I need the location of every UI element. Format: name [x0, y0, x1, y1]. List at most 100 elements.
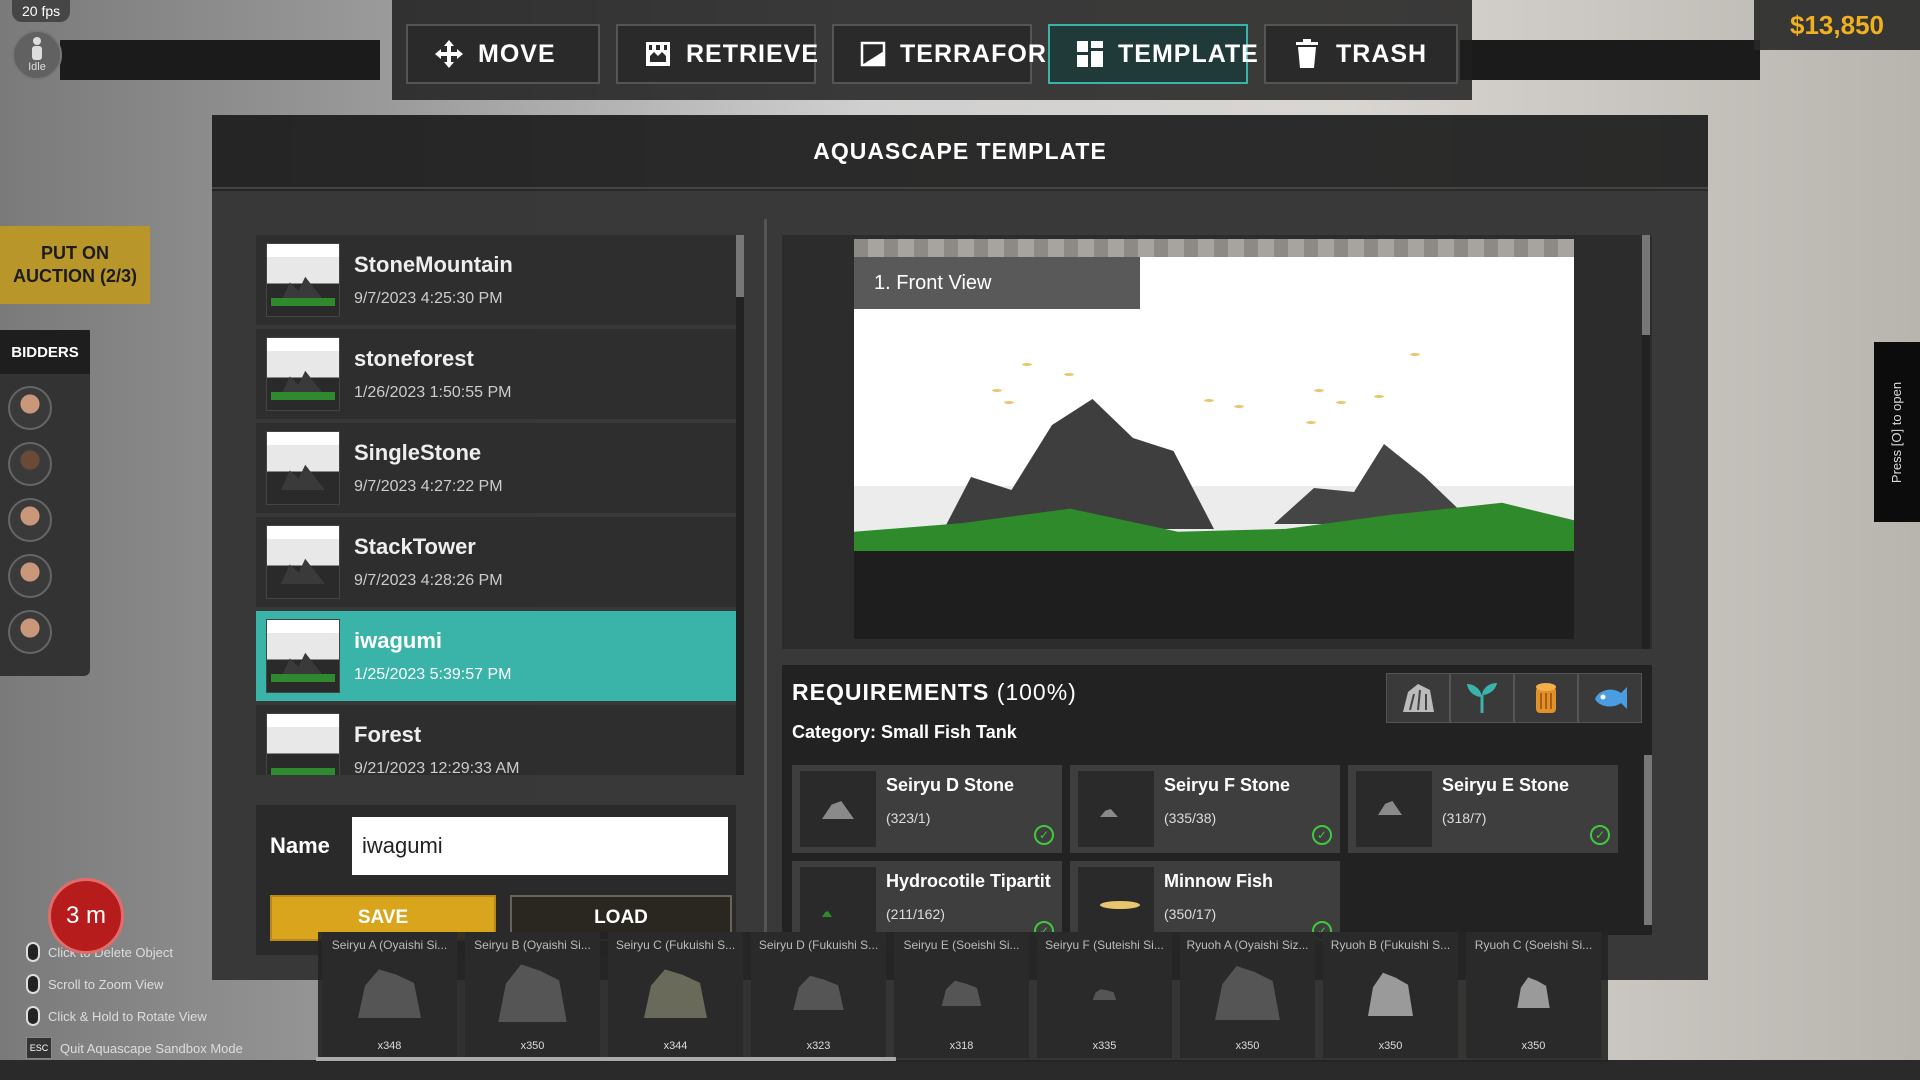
bidders-title: BIDDERS [0, 330, 90, 374]
hint-text: Click & Hold to Rotate View [48, 1008, 207, 1024]
inventory-scrollbar[interactable] [316, 1057, 896, 1061]
player-status-label: Idle [28, 61, 46, 73]
range-badge: 3 m [48, 878, 124, 954]
inventory-item[interactable]: Ryuoh A (Oyaishi Siz... x350 [1180, 932, 1315, 1058]
inventory-item[interactable]: Seiryu A (Oyaishi Si... x348 [322, 932, 457, 1058]
inventory-item[interactable]: Ryuoh C (Soeishi Si... x350 [1466, 932, 1601, 1058]
inventory-item-count: x344 [663, 1040, 688, 1052]
terraform-button[interactable]: TERRAFORM [832, 24, 1068, 84]
name-input[interactable] [352, 817, 728, 875]
template-label: TEMPLATE [1118, 39, 1259, 68]
preview-scrollbar[interactable] [1642, 235, 1650, 649]
wood-icon[interactable] [1514, 673, 1578, 723]
retrieve-button[interactable]: RETRIEVE [616, 24, 820, 84]
requirement-name: Seiryu F Stone [1164, 775, 1291, 795]
preview-fish [1064, 373, 1074, 376]
mouse-icon [26, 974, 40, 994]
requirement-card[interactable]: Seiryu D Stone (323/1) ✓ [792, 765, 1062, 853]
template-date: 9/7/2023 4:25:30 PM [354, 290, 503, 307]
esc-key-icon: ESC [26, 1037, 52, 1059]
panel-title: AQUASCAPE TEMPLATE [212, 115, 1708, 189]
template-thumbnail [266, 243, 340, 317]
requirement-name: Hydrocotile Tipartit [886, 871, 1051, 891]
name-label: Name [270, 833, 330, 858]
requirement-card[interactable]: Seiryu E Stone (318/7) ✓ [1348, 765, 1618, 853]
template-button[interactable]: TEMPLATE [1048, 24, 1258, 84]
inventory-item[interactable]: Seiryu E (Soeishi Si... x318 [894, 932, 1029, 1058]
inventory-item-name: Seiryu B (Oyaishi Si... [474, 938, 591, 952]
requirement-count: (323/1) [886, 810, 931, 826]
preview-fish [1234, 405, 1244, 408]
inventory-item-name: Ryuoh B (Fukuishi S... [1330, 938, 1451, 952]
retrieve-label: RETRIEVE [686, 39, 820, 68]
stone-thumbnail [358, 969, 421, 1018]
template-name: Forest [354, 722, 422, 747]
side-panel-tab[interactable]: Press [O] to open [1874, 342, 1920, 522]
template-thumbnail [266, 525, 340, 599]
move-button[interactable]: MOVE [406, 24, 600, 84]
requirement-card[interactable]: Seiryu F Stone (335/38) ✓ [1070, 765, 1340, 853]
template-list-item[interactable]: StoneMountain 9/7/2023 4:25:30 PM [256, 235, 736, 325]
preview-fish [1004, 401, 1014, 404]
bidder-avatar[interactable] [8, 498, 52, 542]
preview-fish [992, 389, 1002, 392]
template-list-item[interactable]: stoneforest 1/26/2023 1:50:55 PM [256, 329, 736, 419]
retrieve-box-icon [644, 39, 672, 69]
requirement-thumbnail [1078, 771, 1154, 847]
inventory-item[interactable]: Seiryu B (Oyaishi Si... x350 [465, 932, 600, 1058]
template-list-item[interactable]: SingleStone 9/7/2023 4:27:22 PM [256, 423, 736, 513]
move-label: MOVE [478, 39, 556, 68]
hint-text: Quit Aquascape Sandbox Mode [60, 1040, 243, 1056]
template-date: 1/25/2023 5:39:57 PM [354, 666, 512, 683]
template-thumbnail [266, 337, 340, 411]
inventory-item[interactable]: Seiryu D (Fukuishi S... x323 [751, 932, 886, 1058]
tool-toolbar: MOVE RETRIEVE TERRAFORM TEMPLATE TRASH [392, 0, 1472, 100]
preview-fish [1314, 389, 1324, 392]
fps-counter: 20 fps [12, 0, 71, 22]
inventory-item-count: x323 [806, 1040, 831, 1052]
preview-substrate [854, 551, 1574, 639]
inventory-item[interactable]: Ryuoh B (Fukuishi S... x350 [1323, 932, 1458, 1058]
view-label[interactable]: 1. Front View [854, 257, 1140, 309]
player-status-avatar[interactable]: Idle [12, 30, 62, 80]
inventory-item-name: Ryuoh A (Oyaishi Siz... [1186, 938, 1309, 952]
hint-zoom: Scroll to Zoom View [26, 968, 243, 1000]
inventory-item-name: Seiryu C (Fukuishi S... [615, 938, 736, 952]
preview-fish [1022, 363, 1032, 366]
requirement-name: Minnow Fish [1164, 871, 1273, 891]
template-list-item-selected[interactable]: iwagumi 1/25/2023 5:39:57 PM [256, 611, 736, 701]
check-icon: ✓ [1034, 825, 1054, 845]
inventory-bar: Seiryu A (Oyaishi Si... x348 Seiryu B (O… [318, 932, 1608, 1062]
bidder-avatar[interactable] [8, 442, 52, 486]
fish-icon[interactable] [1578, 673, 1642, 723]
requirements-filter-icons [1386, 673, 1642, 723]
check-icon: ✓ [1590, 825, 1610, 845]
template-list-item[interactable]: Forest 9/21/2023 12:29:33 AM [256, 705, 736, 775]
template-list-scrollbar[interactable] [736, 235, 744, 775]
bidder-avatar[interactable] [8, 554, 52, 598]
template-name: StackTower [354, 534, 476, 559]
bidder-avatar[interactable] [8, 386, 52, 430]
requirement-thumbnail [1356, 771, 1432, 847]
inventory-item[interactable]: Seiryu C (Fukuishi S... x344 [608, 932, 743, 1058]
money-display: $13,850 [1754, 0, 1920, 50]
inventory-item-count: x350 [520, 1040, 545, 1052]
aquarium-preview[interactable]: 1. Front View [854, 239, 1574, 639]
plant-icon[interactable] [1450, 673, 1514, 723]
terraform-label: TERRAFORM [900, 39, 1069, 68]
requirement-thumbnail [800, 771, 876, 847]
bidders-panel: BIDDERS [0, 330, 90, 676]
requirements-scrollbar[interactable] [1644, 755, 1652, 925]
put-on-auction-button[interactable]: PUT ON AUCTION (2/3) [0, 226, 150, 304]
inventory-item[interactable]: Seiryu F (Suteishi Si... x335 [1037, 932, 1172, 1058]
trash-button[interactable]: TRASH [1264, 24, 1458, 84]
inventory-item-count: x348 [377, 1040, 402, 1052]
move-arrows-icon [434, 39, 464, 69]
trash-can-icon [1292, 39, 1322, 69]
preview-fish [1336, 401, 1346, 404]
template-list-item[interactable]: StackTower 9/7/2023 4:28:26 PM [256, 517, 736, 607]
requirements-percent: (100%) [996, 679, 1077, 705]
inventory-item-name: Seiryu E (Soeishi Si... [903, 938, 1020, 952]
bidder-avatar[interactable] [8, 610, 52, 654]
stone-icon[interactable] [1386, 673, 1450, 723]
